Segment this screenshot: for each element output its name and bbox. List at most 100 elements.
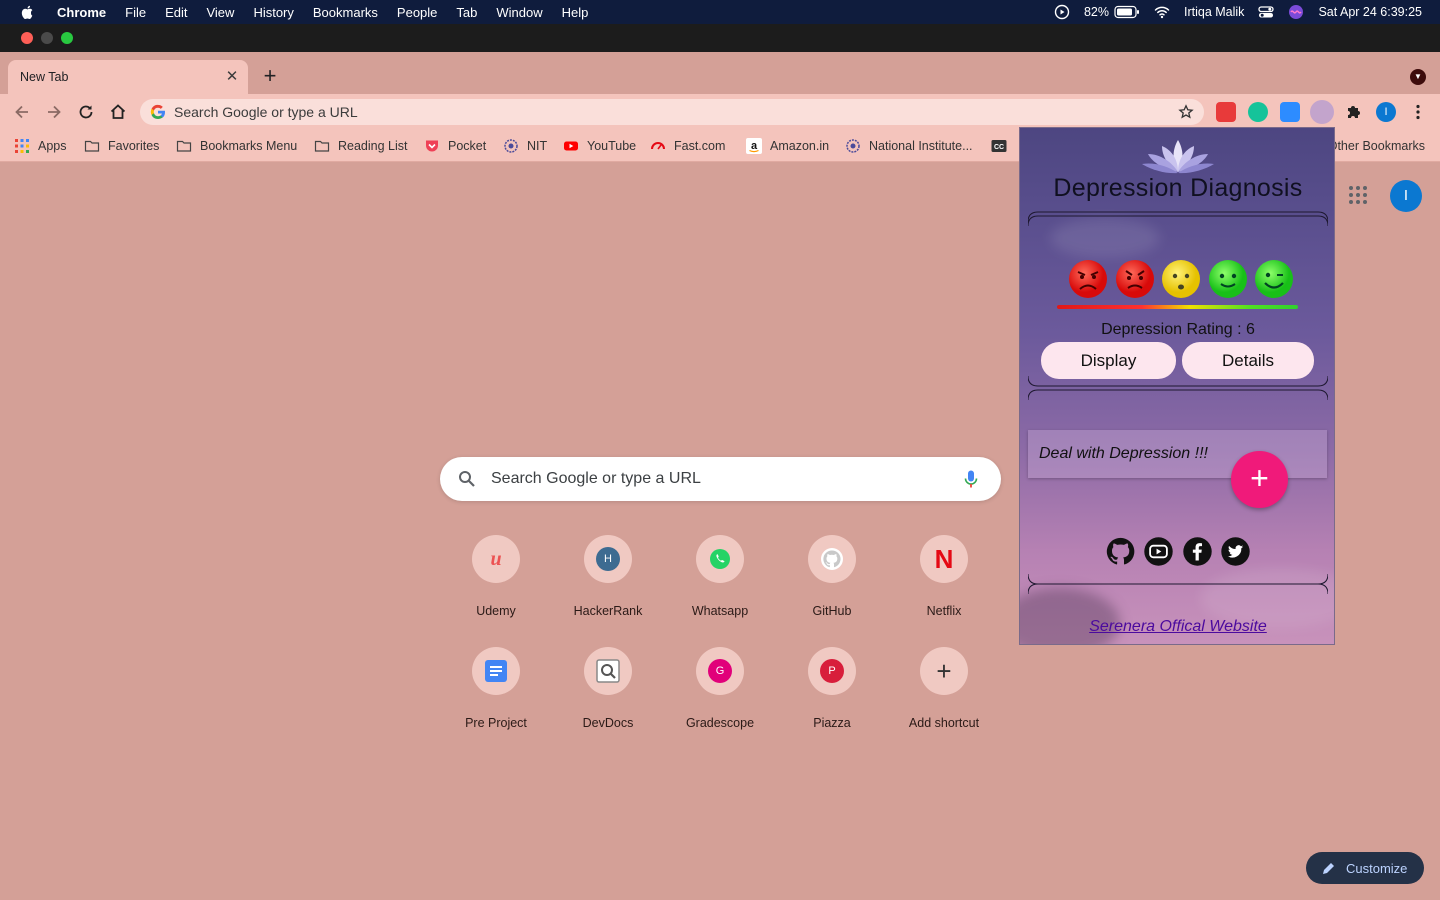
chrome-menu-kebab-icon[interactable] [1408, 102, 1428, 122]
omnibox[interactable]: Search Google or type a URL [140, 99, 1204, 125]
bookmark-pocket[interactable]: Pocket [424, 138, 486, 154]
bookmark-other-bookmarks[interactable]: Other Bookmarks [1328, 138, 1425, 154]
plus-icon: + [936, 656, 952, 686]
shortcut-hackerrank[interactable]: H HackerRank [552, 535, 664, 618]
bookmark-bookmarks-menu[interactable]: Bookmarks Menu [176, 138, 297, 154]
menu-app-name[interactable]: Chrome [57, 5, 106, 20]
shortcut-label: Netflix [926, 604, 962, 618]
bookmark-reading-list[interactable]: Reading List [314, 138, 408, 154]
menu-file[interactable]: File [125, 5, 146, 20]
folder-icon [176, 140, 192, 152]
bookmark-star-icon[interactable] [1178, 104, 1194, 120]
add-fab-button[interactable]: + [1231, 451, 1288, 508]
menu-window[interactable]: Window [496, 5, 542, 20]
wifi-icon[interactable] [1154, 4, 1170, 20]
bookmark-nit[interactable]: NIT [503, 138, 547, 154]
shortcut-gradescope[interactable]: G Gradescope [664, 647, 776, 730]
folder-icon [314, 140, 330, 152]
content-face-icon[interactable] [1208, 259, 1248, 299]
fast-com-icon [651, 142, 665, 150]
ntp-search-box[interactable]: Search Google or type a URL [440, 457, 1001, 501]
youtube-icon[interactable] [1143, 536, 1174, 567]
shortcut-piazza[interactable]: P Piazza [776, 647, 888, 730]
window-titlebar [0, 24, 1440, 52]
forward-arrow-icon[interactable] [44, 102, 64, 122]
battery-percent: 82% [1083, 5, 1109, 19]
bookmark-cc[interactable]: CC [991, 138, 1015, 154]
details-button[interactable]: Details [1182, 342, 1314, 379]
upset-face-icon[interactable] [1115, 259, 1155, 299]
github-icon[interactable] [1105, 536, 1136, 567]
whatsapp-icon [710, 549, 730, 569]
profile-avatar[interactable]: I [1390, 180, 1422, 212]
battery-status[interactable]: 82% [1084, 5, 1140, 19]
facebook-icon[interactable] [1182, 536, 1213, 567]
mood-meter-bar [1057, 305, 1298, 309]
depression-rating: Depression Rating : 6 [1101, 321, 1255, 338]
menu-bookmarks[interactable]: Bookmarks [313, 5, 378, 20]
shortcut-whatsapp[interactable]: Whatsapp [664, 535, 776, 618]
tab-search-icon[interactable]: ▼ [1410, 69, 1426, 85]
macos-menu-bar: Chrome File Edit View History Bookmarks … [0, 0, 1440, 24]
profile-avatar-small[interactable]: I [1376, 102, 1396, 122]
menu-help[interactable]: Help [562, 5, 589, 20]
bookmark-label: Amazon.in [770, 139, 830, 153]
reload-icon[interactable] [76, 102, 96, 122]
shortcut-github[interactable]: GitHub [776, 535, 888, 618]
grammarly-extension-icon[interactable] [1248, 102, 1268, 122]
shortcut-devdocs[interactable]: DevDocs [552, 647, 664, 730]
close-window-button[interactable] [21, 32, 33, 44]
github-icon [821, 548, 843, 570]
maximize-window-button[interactable] [61, 32, 73, 44]
shortcut-netflix[interactable]: N Netflix [888, 535, 1000, 618]
twitter-icon[interactable] [1220, 536, 1251, 567]
play-circle-icon[interactable] [1054, 4, 1070, 20]
shortcut-pre-project[interactable]: Pre Project [440, 647, 552, 730]
microphone-icon[interactable] [961, 469, 981, 489]
control-center-icon[interactable] [1258, 4, 1275, 20]
bookmark-national-institute[interactable]: National Institute... [845, 138, 973, 154]
battery-icon [1114, 5, 1139, 19]
bookmark-label: National Institute... [869, 139, 973, 153]
bookmark-label: Favorites [108, 139, 160, 153]
customize-button[interactable]: Customize [1306, 852, 1424, 884]
new-tab-button[interactable]: + [260, 65, 280, 87]
bookmark-apps[interactable]: Apps [14, 138, 67, 154]
shortcut-add[interactable]: + Add shortcut [888, 647, 1000, 730]
bookmark-favorites[interactable]: Favorites [84, 138, 159, 154]
siri-icon[interactable] [1288, 4, 1304, 20]
happy-face-icon[interactable] [1254, 259, 1294, 299]
shortcut-udemy[interactable]: u Udemy [440, 535, 552, 618]
menu-clock[interactable]: Sat Apr 24 6:39:25 [1318, 5, 1422, 19]
tab-new-tab[interactable]: New Tab ✕ [8, 60, 248, 94]
serenera-website-link[interactable]: Serenera Offical Website [1020, 618, 1334, 636]
menu-view[interactable]: View [206, 5, 234, 20]
home-icon[interactable] [108, 102, 128, 122]
search-icon [459, 471, 475, 487]
menu-status-area: 82% Irtiqa Malik Sat Apr 24 6:39:25 [1054, 0, 1422, 24]
hackerrank-icon: H [596, 547, 620, 571]
menu-tab[interactable]: Tab [456, 5, 477, 20]
menu-people[interactable]: People [397, 5, 437, 20]
lotus-extension-icon[interactable] [1310, 100, 1334, 124]
menu-history[interactable]: History [253, 5, 293, 20]
menu-edit[interactable]: Edit [165, 5, 187, 20]
tab-close-icon[interactable]: ✕ [224, 69, 240, 85]
display-button[interactable]: Display [1041, 342, 1176, 379]
bookmark-fast-com[interactable]: Fast.com [650, 138, 725, 154]
social-links-row [1105, 536, 1251, 567]
menu-user-name[interactable]: Irtiqa Malik [1184, 5, 1244, 19]
angry-face-icon[interactable] [1068, 259, 1108, 299]
back-arrow-icon[interactable] [12, 102, 32, 122]
svg-text:u: u [490, 548, 501, 570]
minimize-window-button[interactable] [41, 32, 53, 44]
pencil-icon [1323, 863, 1334, 874]
neutral-face-icon[interactable] [1161, 259, 1201, 299]
apple-icon[interactable] [20, 4, 36, 20]
bookmark-amazon[interactable]: a Amazon.in [746, 138, 829, 154]
bookmark-youtube[interactable]: YouTube [563, 138, 636, 154]
google-apps-icon[interactable] [1348, 185, 1368, 205]
extensions-puzzle-icon[interactable] [1344, 102, 1364, 122]
extension-red-icon[interactable] [1216, 102, 1236, 122]
zoom-extension-icon[interactable] [1280, 102, 1300, 122]
